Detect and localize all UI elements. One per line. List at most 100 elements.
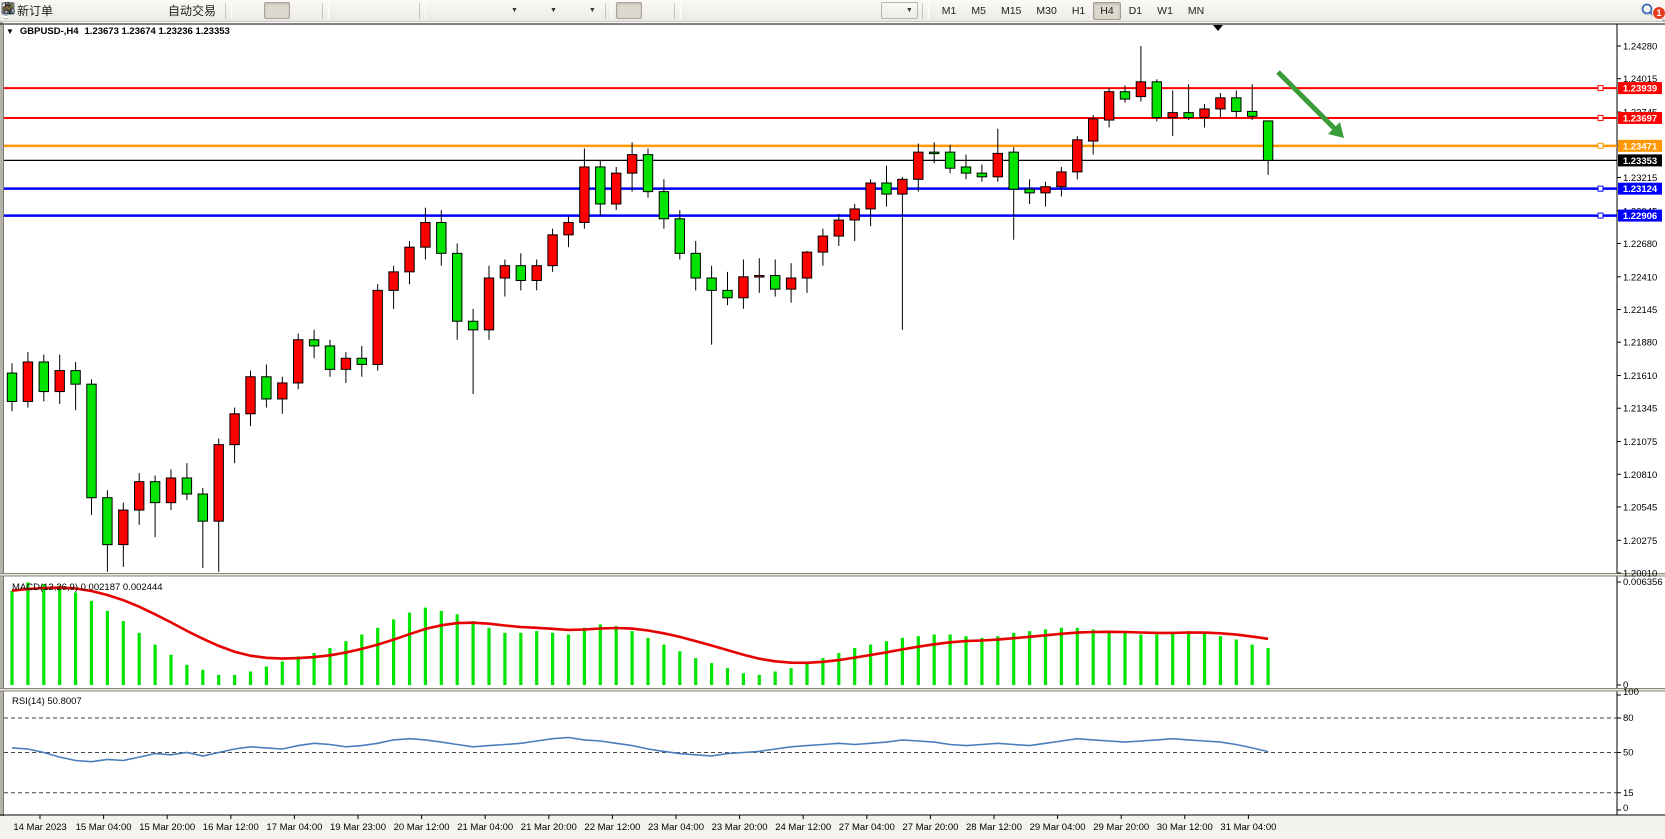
candle-bear — [262, 377, 271, 399]
horizontal-line-button[interactable] — [713, 2, 739, 19]
candle-bear — [945, 152, 954, 168]
line-handle[interactable] — [1598, 213, 1603, 218]
candle-bull — [739, 277, 748, 298]
candle-bull — [532, 266, 541, 281]
candle-bear — [39, 362, 48, 392]
signal-button[interactable] — [116, 2, 142, 19]
text-label-button[interactable]: T — [853, 2, 879, 19]
candle-bear — [930, 152, 939, 154]
vertical-line-button[interactable] — [685, 2, 711, 19]
candle-bear — [453, 253, 462, 321]
arrows-icon — [886, 3, 902, 19]
equidistant-channel-button[interactable]: E — [769, 2, 795, 19]
line-handle[interactable] — [1598, 143, 1603, 148]
candle-bear — [1152, 82, 1161, 118]
time-tick-label: 21 Mar 20:00 — [521, 822, 577, 833]
time-tick-label: 29 Mar 04:00 — [1030, 822, 1086, 833]
price-tick-label: 1.22145 — [1623, 305, 1657, 316]
timeframe-button-M30[interactable]: M30 — [1029, 2, 1063, 20]
text-label-icon: T — [858, 3, 874, 19]
candle-bear — [977, 173, 986, 177]
candle-bull — [166, 478, 175, 503]
arrows-button[interactable]: ▼ — [881, 2, 918, 19]
timeframe-button-H1[interactable]: H1 — [1065, 2, 1092, 20]
time-tick-label: 15 Mar 20:00 — [139, 822, 195, 833]
price-badge-label: 1.22906 — [1623, 211, 1657, 222]
chart-bucket-button[interactable] — [60, 2, 86, 19]
dropdown-arrow-icon: ▼ — [589, 7, 596, 14]
candle-bear — [961, 167, 970, 173]
zoom-in-icon — [338, 3, 354, 19]
candle-bear — [707, 278, 716, 290]
period-clock-icon — [530, 3, 546, 19]
candle-bull — [802, 252, 811, 278]
candle-bull — [1041, 187, 1050, 193]
cursor-icon — [621, 3, 637, 19]
chart-title-bar[interactable]: ▼ GBPUSD-,H4 1.23673 1.23674 1.23236 1.2… — [6, 26, 230, 37]
candle-bull — [214, 445, 223, 522]
trendline-button[interactable] — [741, 2, 767, 19]
timeframe-button-H4[interactable]: H4 — [1093, 2, 1120, 20]
candle-bull — [755, 276, 764, 278]
timeframe-button-W1[interactable]: W1 — [1150, 2, 1180, 20]
timeframe-button-M1[interactable]: M1 — [935, 2, 964, 20]
toolbar: 新订单 自动交易 ▼ ▼ ▼ — [0, 0, 1665, 22]
equidistant-channel-icon: E — [774, 3, 790, 19]
zoom-in-button[interactable] — [333, 2, 359, 19]
timeframe-button-M15[interactable]: M15 — [994, 2, 1028, 20]
add-indicator-button[interactable]: ▼ — [486, 2, 523, 19]
chart-window: 1.242801.240151.237451.234751.232151.229… — [0, 22, 1665, 839]
profiles-button[interactable] — [88, 2, 114, 19]
candle-bear — [1025, 189, 1034, 193]
rsi-axis-100: 100 — [1623, 687, 1639, 698]
period-clock-button[interactable]: ▼ — [525, 2, 562, 19]
candle-bear — [468, 321, 477, 330]
cursor-button[interactable] — [616, 2, 642, 19]
auto-trading-button[interactable]: 自动交易 — [144, 2, 221, 19]
zoom-out-button[interactable] — [361, 2, 387, 19]
collapse-icon[interactable]: ▼ — [6, 27, 14, 36]
candlestick-chart-button[interactable] — [264, 2, 290, 19]
candle-bull — [612, 173, 621, 204]
timeframe-button-MN[interactable]: MN — [1181, 2, 1211, 20]
candle-bear — [1263, 121, 1272, 160]
time-tick-label: 29 Mar 20:00 — [1093, 822, 1149, 833]
candle-bull — [405, 247, 414, 272]
candle-bull — [500, 266, 509, 278]
candle-bull — [898, 179, 907, 194]
candle-bear — [643, 155, 652, 192]
text-button[interactable]: A — [825, 2, 851, 19]
candle-bull — [834, 220, 843, 236]
price-tick-label: 1.21610 — [1623, 371, 1657, 382]
timeframe-button-M5[interactable]: M5 — [964, 2, 993, 20]
timeframe-button-D1[interactable]: D1 — [1122, 2, 1149, 20]
chart-shift-button[interactable] — [458, 2, 484, 19]
candle-bull — [818, 236, 827, 252]
line-handle[interactable] — [1598, 186, 1603, 191]
time-axis[interactable]: 14 Mar 202315 Mar 04:0015 Mar 20:0016 Ma… — [0, 815, 1665, 839]
candle-bull — [341, 358, 350, 369]
bar-chart-button[interactable] — [236, 2, 262, 19]
line-chart-button[interactable] — [292, 2, 318, 19]
chart-canvas[interactable]: 1.242801.240151.237451.234751.232151.229… — [0, 22, 1665, 839]
rsi-axis-50: 50 — [1623, 748, 1634, 759]
line-handle[interactable] — [1598, 86, 1603, 91]
candle-bull — [580, 167, 589, 223]
candle-bull — [484, 278, 493, 330]
separator — [225, 3, 232, 19]
crosshair-button[interactable] — [644, 2, 670, 19]
template-button[interactable]: ▼ — [564, 2, 601, 19]
candle-bear — [516, 266, 525, 281]
time-tick-label: 27 Mar 04:00 — [839, 822, 895, 833]
signal-icon — [121, 3, 137, 19]
fibonacci-button[interactable]: F — [797, 2, 823, 19]
candle-bull — [1073, 140, 1082, 172]
candle-bear — [1184, 113, 1193, 118]
candle-bear — [675, 219, 684, 254]
line-handle[interactable] — [1598, 115, 1603, 120]
auto-scroll-button[interactable] — [430, 2, 456, 19]
new-order-button[interactable]: 新订单 — [12, 2, 58, 19]
bar-chart-icon — [241, 3, 257, 19]
profiles-icon — [93, 3, 109, 19]
tile-windows-button[interactable] — [389, 2, 415, 19]
